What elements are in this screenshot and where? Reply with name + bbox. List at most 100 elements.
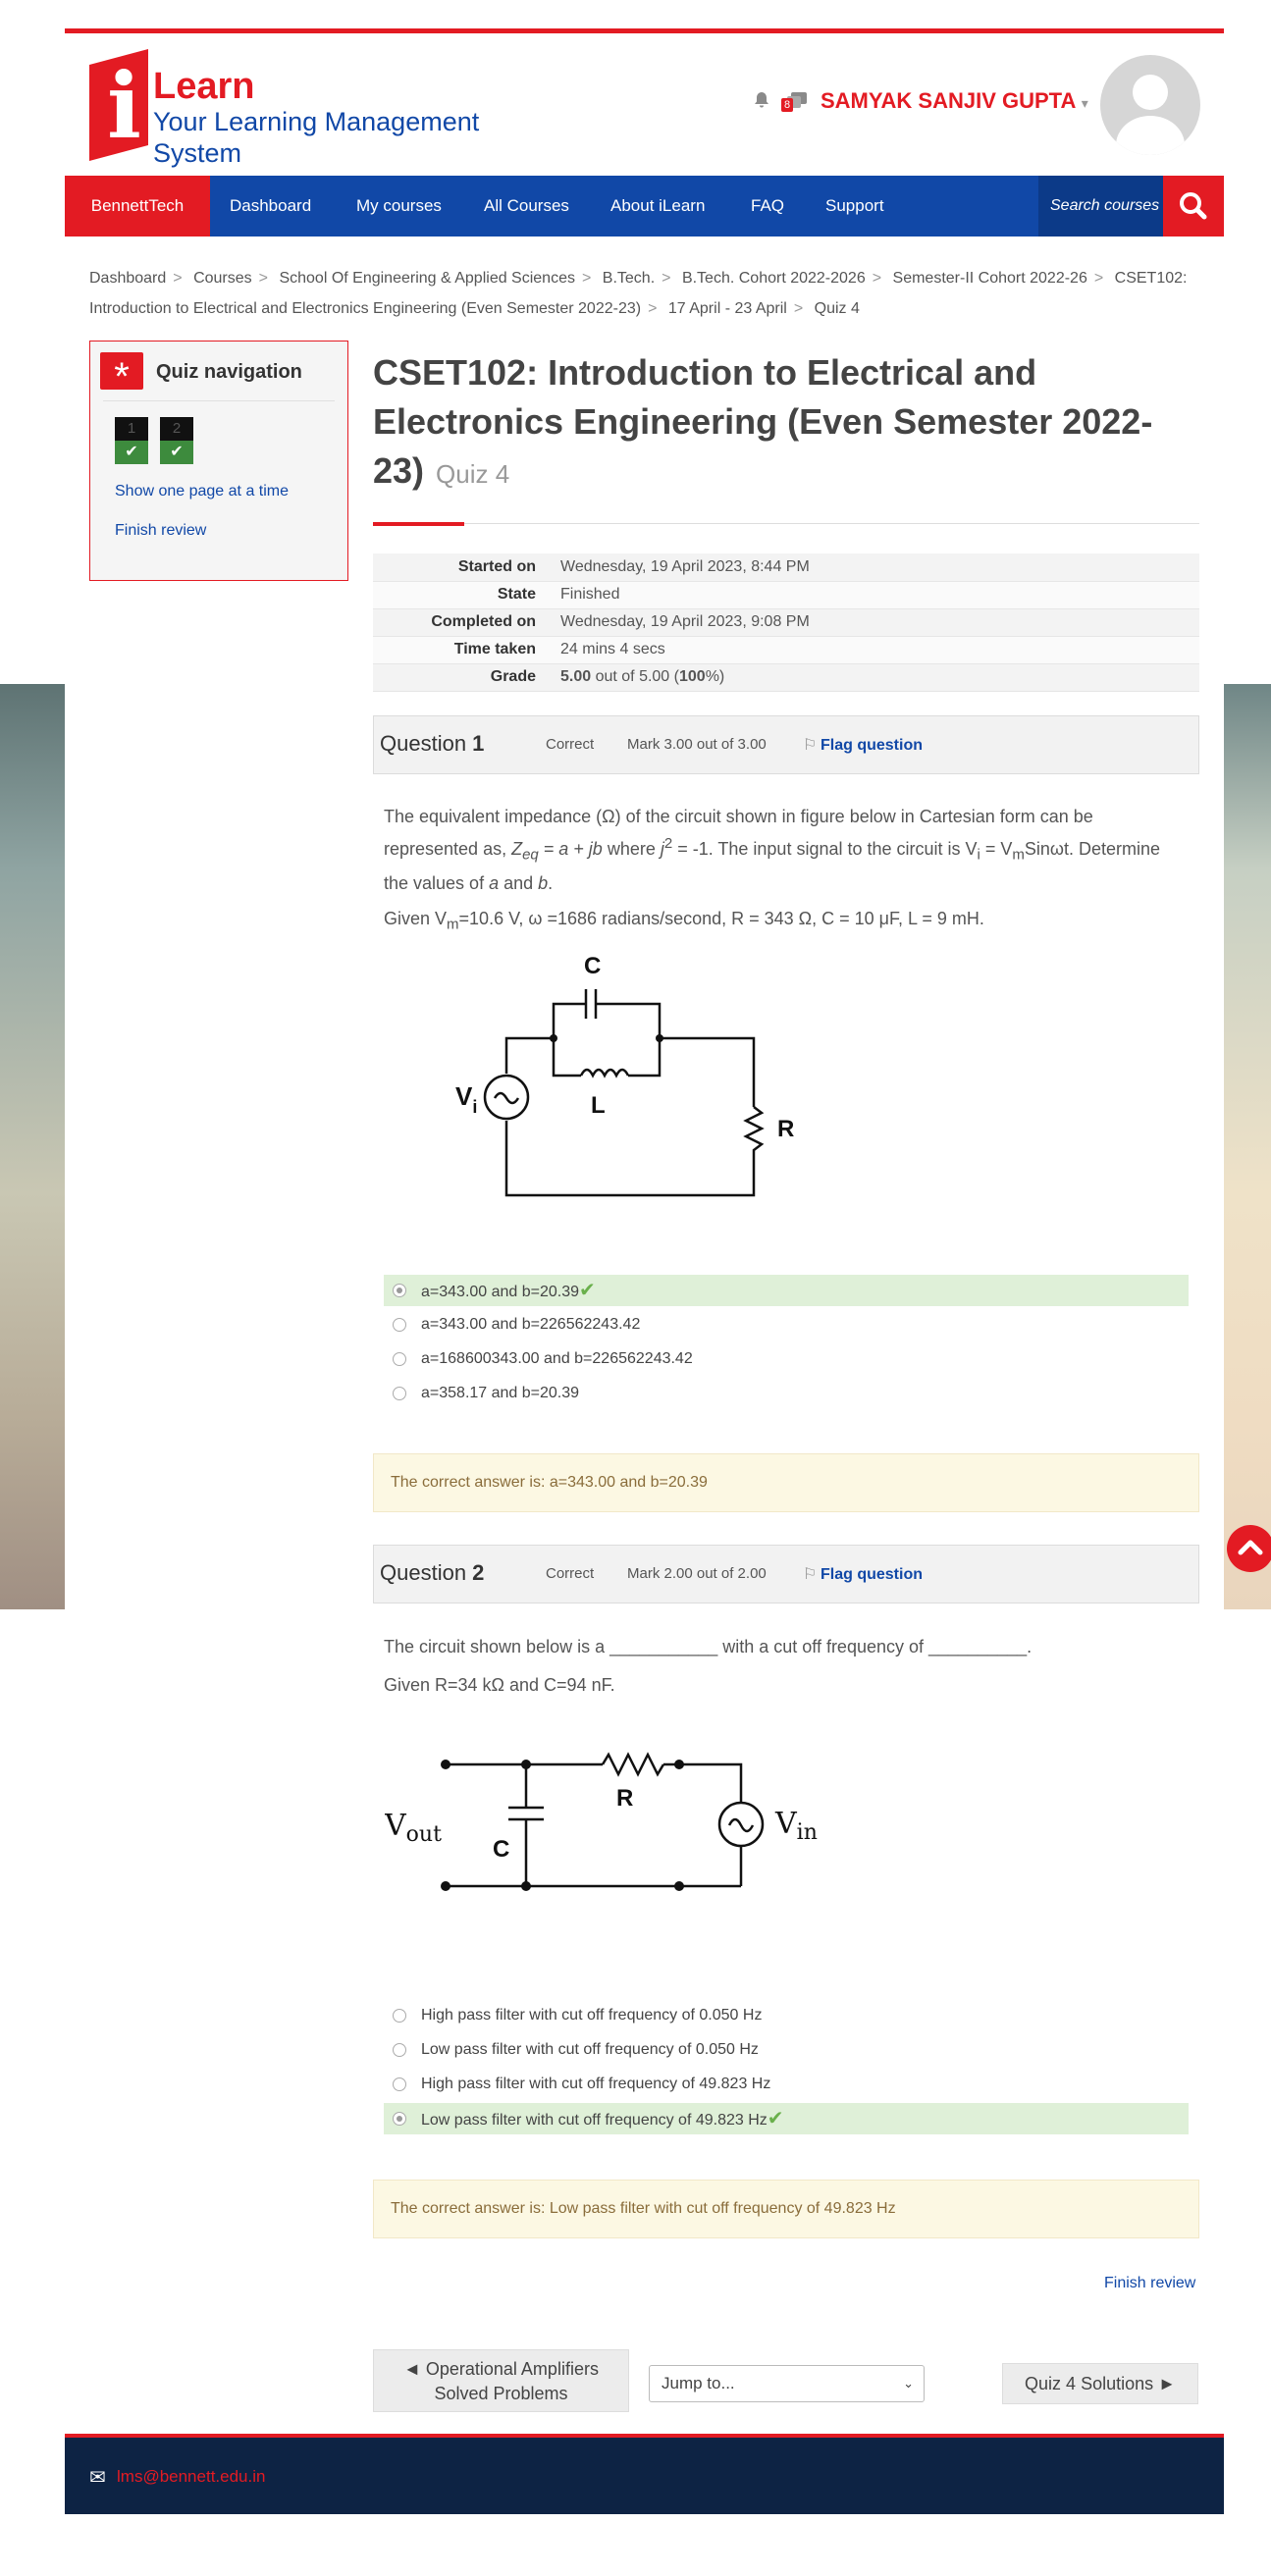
page-title: CSET102: Introduction to Electrical and …: [373, 352, 1153, 491]
breadcrumb-item[interactable]: School Of Engineering & Applied Sciences: [279, 270, 575, 287]
site-logo[interactable]: i Learn Your Learning Management System: [89, 49, 560, 168]
correct-answer-feedback: The correct answer is: a=343.00 and b=20…: [373, 1453, 1199, 1512]
flag-icon: ⚐: [803, 737, 818, 754]
answer-option[interactable]: a=168600343.00 and b=226562243.42: [384, 1343, 1189, 1375]
notification-count-badge: 8: [781, 98, 794, 112]
quiz-name: Quiz 4: [436, 459, 510, 489]
search-button[interactable]: [1163, 176, 1224, 237]
question-2-text: The circuit shown below is a ___________…: [384, 1637, 1033, 1656]
table-row: State Finished: [373, 581, 1199, 608]
radio-button[interactable]: [393, 1318, 406, 1332]
table-row: Time taken 24 mins 4 secs: [373, 636, 1199, 663]
quiz-navigation-block: * Quiz navigation 1 ✔ 2 ✔ Show one page …: [89, 341, 348, 581]
nav-item-dashboard[interactable]: Dashboard: [230, 176, 311, 237]
check-icon: ✔: [115, 441, 148, 464]
page: i Learn Your Learning Management System …: [65, 0, 1224, 2514]
question-mark: Mark 3.00 out of 3.00: [627, 736, 767, 753]
question-nav-button[interactable]: 1 ✔: [115, 417, 148, 464]
top-accent-line: [65, 28, 1224, 33]
finish-review-link[interactable]: Finish review: [1104, 2275, 1195, 2292]
finish-review-link[interactable]: Finish review: [115, 522, 206, 540]
breadcrumb-item[interactable]: Courses: [193, 270, 252, 287]
answer-option[interactable]: Low pass filter with cut off frequency o…: [384, 2034, 1189, 2066]
answer-option[interactable]: High pass filter with cut off frequency …: [384, 2069, 1189, 2100]
answer-option[interactable]: a=343.00 and b=226562243.42: [384, 1309, 1189, 1341]
notification-bell-icon[interactable]: [752, 90, 771, 116]
radio-button[interactable]: [393, 2077, 406, 2091]
nav-item-all-courses[interactable]: All Courses: [484, 176, 569, 237]
table-row: Started on Wednesday, 19 April 2023, 8:44…: [373, 553, 1199, 581]
radio-button[interactable]: [393, 1387, 406, 1400]
breadcrumb-item[interactable]: 17 April - 23 April: [668, 300, 787, 317]
radio-button[interactable]: [393, 1284, 406, 1297]
question-state: Correct: [546, 1565, 595, 1582]
question-number: Question 1: [380, 731, 485, 756]
user-menu[interactable]: SAMYAK SANJIV GUPTA ▾: [821, 88, 1088, 114]
attempt-summary-table: Started on Wednesday, 19 April 2023, 8:44…: [373, 553, 1199, 692]
logo-learn-text: Learn: [153, 66, 255, 107]
circuit-diagram-2: Vout R C Vin: [385, 1752, 818, 1891]
answer-option[interactable]: Low pass filter with cut off frequency o…: [384, 2103, 1189, 2134]
main-navbar: BennettTech Dashboard My courses All Cou…: [65, 176, 1224, 237]
question-nav-button[interactable]: 2 ✔: [160, 417, 193, 464]
question-number: Question 2: [380, 1560, 485, 1585]
answer-option[interactable]: a=358.17 and b=20.39: [384, 1378, 1189, 1409]
answer-option[interactable]: High pass filter with cut off frequency …: [384, 2000, 1189, 2031]
radio-button[interactable]: [393, 1352, 406, 1366]
jump-to-select[interactable]: Jump to... ⌄: [649, 2365, 925, 2402]
scroll-to-top-button[interactable]: [1227, 1525, 1271, 1572]
flag-icon: ⚐: [803, 1566, 818, 1583]
nav-item-about[interactable]: About iLearn: [610, 176, 705, 237]
logo-tagline: Your Learning Management System: [153, 107, 480, 168]
breadcrumb-item[interactable]: Dashboard: [89, 270, 166, 287]
answer-option[interactable]: a=343.00 and b=20.39✔: [384, 1275, 1189, 1306]
search-icon: [1180, 192, 1207, 220]
breadcrumb: Dashboard > Courses > School Of Engineerin…: [89, 270, 1188, 317]
search-input[interactable]: Search courses: [1038, 176, 1163, 237]
checkmark-icon: ✔: [767, 2108, 784, 2129]
flag-question-button[interactable]: ⚐ Flag question: [803, 735, 923, 755]
envelope-icon: ✉: [89, 2467, 106, 2489]
radio-button[interactable]: [393, 2112, 406, 2126]
question-1-text: The equivalent impedance (Ω) of the circ…: [384, 807, 1161, 893]
show-one-page-link[interactable]: Show one page at a time: [115, 483, 289, 500]
circuit-label-vin: Vin: [774, 1807, 818, 1845]
circuit-label-l: L: [591, 1092, 606, 1119]
nav-item-support[interactable]: Support: [825, 176, 884, 237]
breadcrumb-item[interactable]: B.Tech. Cohort 2022-2026: [682, 270, 866, 287]
breadcrumb-item[interactable]: B.Tech.: [603, 270, 655, 287]
checkmark-icon: ✔: [579, 1280, 596, 1301]
logo-i-mark: i: [89, 49, 148, 161]
background-left: [0, 684, 65, 1609]
correct-answer-feedback: The correct answer is: Low pass filter w…: [373, 2180, 1199, 2238]
question-state: Correct: [546, 736, 595, 753]
chevron-up-icon: [1238, 1540, 1263, 1555]
previous-activity-button[interactable]: ◄ Operational Amplifiers Solved Problems: [373, 2349, 629, 2412]
site-footer: ✉ lms@bennett.edu.in: [65, 2434, 1224, 2514]
radio-button[interactable]: [393, 2043, 406, 2057]
breadcrumb-item[interactable]: Quiz 4: [815, 300, 860, 317]
circuit-label-r: R: [616, 1785, 633, 1812]
question-mark: Mark 2.00 out of 2.00: [627, 1565, 767, 1582]
question-1-header: Question 1 Correct Mark 3.00 out of 3.00…: [373, 715, 1199, 774]
question-1-given: Given Vm=10.6 V, ω =1686 radians/second,…: [384, 909, 984, 933]
next-activity-button[interactable]: Quiz 4 Solutions ►: [1002, 2363, 1198, 2404]
check-icon: ✔: [160, 441, 193, 464]
avatar[interactable]: [1100, 55, 1200, 155]
table-row: Completed on Wednesday, 19 April 2023, 9:…: [373, 608, 1199, 636]
breadcrumb-item[interactable]: Semester-II Cohort 2022-26: [893, 270, 1087, 287]
footer-email-link[interactable]: lms@bennett.edu.in: [117, 2467, 265, 2487]
circuit-diagram-1: C L Vi R: [455, 953, 794, 1197]
circuit-label-c: C: [584, 953, 601, 979]
nav-item-my-courses[interactable]: My courses: [356, 176, 442, 237]
chevron-down-icon: ⌄: [903, 2376, 914, 2391]
radio-button[interactable]: [393, 2009, 406, 2023]
username: SAMYAK SANJIV GUPTA: [821, 88, 1076, 113]
quiz-navigation-title: Quiz navigation: [156, 361, 302, 383]
circuit-label-vi: Vi: [455, 1081, 477, 1117]
nav-item-faq[interactable]: FAQ: [751, 176, 784, 237]
circuit-label-c: C: [493, 1836, 509, 1863]
flag-question-button[interactable]: ⚐ Flag question: [803, 1564, 923, 1584]
circuit-label-r: R: [777, 1116, 794, 1142]
nav-brand[interactable]: BennettTech: [65, 176, 210, 237]
